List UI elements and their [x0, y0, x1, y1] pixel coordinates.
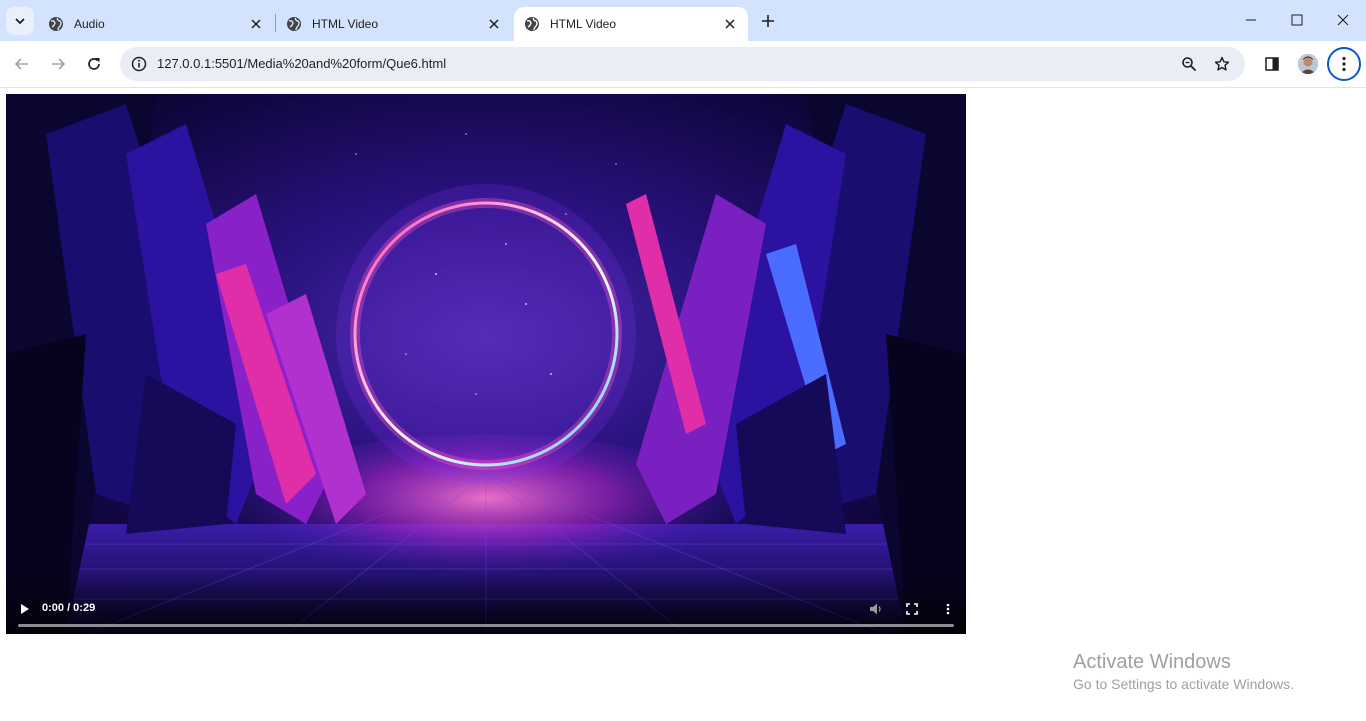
avatar	[1298, 54, 1318, 74]
kebab-menu-icon	[946, 603, 950, 615]
url-text[interactable]: 127.0.0.1:5501/Media%20and%20form/Que6.h…	[157, 56, 446, 71]
star-icon	[1214, 56, 1230, 71]
side-panel-icon	[1265, 57, 1279, 71]
maximize-button[interactable]	[1274, 0, 1320, 40]
zoom-button[interactable]	[1176, 51, 1202, 77]
mute-button[interactable]	[867, 600, 885, 618]
tab-title: Audio	[74, 17, 105, 31]
tab-html-video-active[interactable]: HTML Video	[514, 7, 748, 41]
play-icon	[21, 604, 29, 614]
time-display: 0:00 / 0:29	[42, 602, 96, 614]
maximize-icon	[1291, 14, 1303, 26]
activate-windows-subtitle: Go to Settings to activate Windows.	[1073, 676, 1294, 692]
tab-audio[interactable]: Audio	[38, 7, 274, 41]
browser-toolbar: 127.0.0.1:5501/Media%20and%20form/Que6.h…	[0, 41, 1366, 88]
back-button[interactable]	[6, 48, 38, 80]
browser-menu-button[interactable]	[1327, 47, 1361, 81]
tab-search-button[interactable]	[6, 7, 34, 35]
side-panel-button[interactable]	[1256, 48, 1288, 80]
minimize-icon	[1246, 19, 1256, 21]
bookmark-button[interactable]	[1209, 51, 1235, 77]
forward-button[interactable]	[42, 48, 74, 80]
fullscreen-icon	[906, 603, 918, 615]
profile-button[interactable]	[1292, 48, 1324, 80]
reload-button[interactable]	[78, 48, 110, 80]
site-info-button[interactable]	[126, 51, 152, 77]
chevron-down-icon	[15, 18, 25, 25]
video-player[interactable]: 0:00 / 0:29	[6, 94, 966, 634]
close-icon	[251, 19, 261, 29]
tab-title: HTML Video	[312, 17, 379, 31]
tab-title: HTML Video	[550, 17, 617, 31]
zoom-icon	[1182, 57, 1197, 72]
close-icon	[489, 19, 499, 29]
fullscreen-button[interactable]	[903, 600, 921, 618]
activate-windows-title: Activate Windows	[1073, 651, 1231, 673]
address-bar[interactable]: 127.0.0.1:5501/Media%20and%20form/Que6.h…	[120, 47, 1245, 81]
close-icon	[725, 19, 735, 29]
globe-icon	[49, 17, 63, 31]
info-icon	[131, 56, 147, 72]
video-progress-bar[interactable]	[18, 624, 954, 627]
tab-strip: Audio HTML Video HTML Video	[0, 0, 1366, 41]
play-button[interactable]	[16, 600, 34, 618]
arrow-right-icon	[52, 58, 66, 70]
plus-icon	[762, 15, 774, 27]
reload-icon	[88, 58, 100, 70]
close-window-button[interactable]	[1320, 0, 1366, 40]
video-controls: 0:00 / 0:29	[6, 574, 966, 634]
kebab-menu-icon	[1342, 56, 1346, 72]
new-tab-button[interactable]	[756, 9, 780, 33]
minimize-button[interactable]	[1228, 0, 1274, 40]
video-options-button[interactable]	[939, 600, 957, 618]
globe-icon	[287, 17, 301, 31]
tab-close-button[interactable]	[722, 16, 738, 32]
tab-html-video-1[interactable]: HTML Video	[276, 7, 512, 41]
volume-icon	[870, 603, 881, 615]
globe-icon	[525, 17, 539, 31]
arrow-left-icon	[14, 58, 28, 70]
tab-close-button[interactable]	[486, 16, 502, 32]
video-frame	[6, 94, 966, 634]
tab-close-button[interactable]	[248, 16, 264, 32]
close-icon	[1337, 14, 1349, 26]
